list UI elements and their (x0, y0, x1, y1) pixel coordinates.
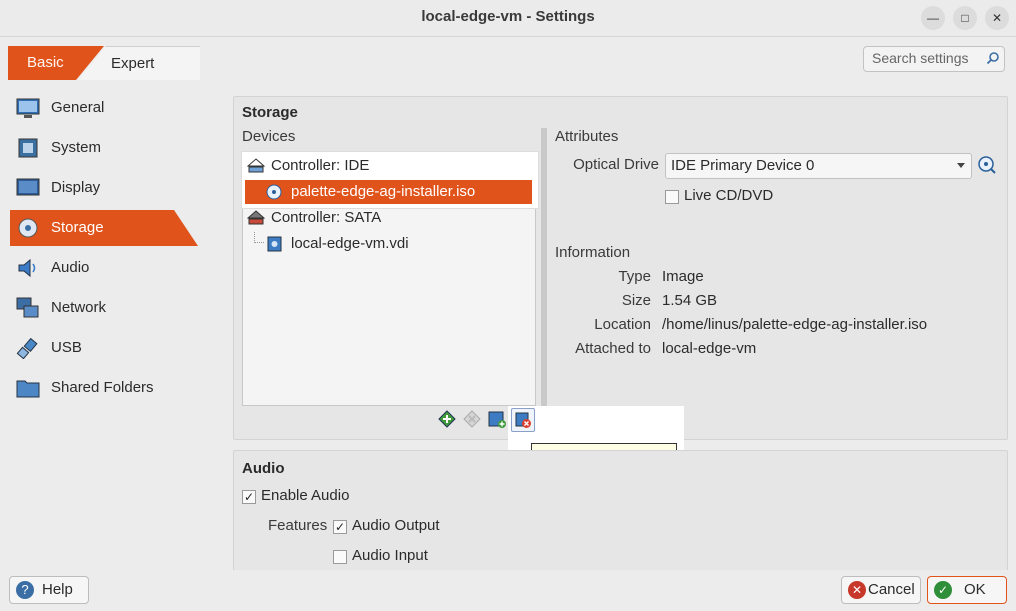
devices-label: Devices (242, 128, 296, 145)
tree-item-label: palette-edge-ag-installer.iso (291, 183, 476, 200)
sidebar-item-storage[interactable]: Storage (10, 210, 198, 246)
sidebar-item-label: USB (51, 339, 82, 356)
add-attachment-icon[interactable] (437, 409, 457, 429)
sidebar-item-general[interactable]: General (10, 90, 198, 126)
audio-group (233, 450, 1008, 582)
sidebar-item-audio[interactable]: Audio (10, 250, 198, 286)
tree-item-ide-controller[interactable]: Controller: IDE (247, 154, 531, 178)
sata-controller-icon (247, 210, 265, 225)
search-box (863, 46, 1005, 72)
live-cd-label: Live CD/DVD (684, 187, 774, 204)
attributes-label: Attributes (555, 128, 619, 145)
audio-input-checkbox[interactable] (333, 550, 347, 564)
tree-item-vdi[interactable]: local-edge-vm.vdi (247, 232, 531, 256)
info-type-label: Type (618, 268, 651, 285)
ok-icon: ✓ (934, 581, 952, 599)
tree-item-label: Controller: SATA (271, 209, 382, 226)
tree-item-iso[interactable]: palette-edge-ag-installer.iso (245, 180, 532, 204)
info-attached-label: Attached to (575, 340, 651, 357)
sidebar-item-display[interactable]: Display (10, 170, 198, 206)
tree-item-label: Controller: IDE (271, 157, 370, 174)
ide-controller-icon (247, 158, 265, 173)
sidebar-item-shared-folders[interactable]: Shared Folders (10, 370, 198, 406)
audio-title: Audio (242, 460, 285, 477)
optical-disc-icon (266, 184, 282, 200)
info-location-label: Location (594, 316, 651, 333)
information-label: Information (555, 244, 631, 261)
ok-label: OK (964, 581, 986, 598)
choose-disk-icon[interactable] (977, 155, 997, 175)
general-icon (16, 98, 40, 118)
cancel-button[interactable]: ✕ Cancel (841, 576, 921, 604)
tab-expert-label: Expert (111, 55, 155, 72)
features-label: Features (268, 517, 328, 534)
sidebar-item-network[interactable]: Network (10, 290, 198, 326)
help-icon: ? (16, 581, 34, 599)
info-size-label: Size (621, 292, 651, 309)
sidebar-item-label: Network (51, 299, 107, 316)
search-input[interactable] (872, 49, 980, 67)
remove-attachment-button[interactable] (511, 408, 535, 432)
window-title: local-edge-vm - Settings (421, 8, 595, 25)
chevron-down-icon (957, 163, 965, 168)
mode-tabs: Expert Basic (8, 46, 200, 80)
title-bar: local-edge-vm - Settings — □ ✕ (0, 0, 1016, 37)
sidebar-item-label: General (51, 99, 105, 116)
close-icon[interactable]: ✕ (985, 6, 1009, 30)
sidebar-item-label: Audio (51, 259, 90, 276)
cancel-label: Cancel (868, 581, 915, 598)
help-button[interactable]: ? Help (9, 576, 89, 604)
cancel-icon: ✕ (848, 581, 866, 599)
optical-drive-label: Optical Drive (573, 156, 659, 173)
help-label: Help (42, 581, 73, 598)
storage-icon (18, 218, 38, 238)
storage-title: Storage (242, 104, 298, 121)
info-size-value: 1.54 GB (662, 292, 718, 309)
minimize-icon[interactable]: — (921, 6, 945, 30)
sidebar-item-system[interactable]: System (10, 130, 198, 166)
optical-drive-value: IDE Primary Device 0 (671, 157, 815, 174)
audio-output-label: Audio Output (352, 517, 440, 534)
tab-basic-label: Basic (27, 54, 64, 71)
remove-attachment-icon (515, 412, 531, 428)
network-icon (16, 297, 39, 318)
enable-audio-label: Enable Audio (261, 487, 350, 504)
display-icon (16, 178, 40, 196)
optical-drive-select[interactable]: IDE Primary Device 0 (665, 153, 972, 179)
sidebar-item-label: Shared Folders (51, 379, 154, 396)
tree-item-sata-controller[interactable]: Controller: SATA (247, 206, 531, 230)
enable-audio-checkbox[interactable]: ✓ (242, 490, 256, 504)
add-controller-icon[interactable] (487, 409, 507, 429)
search-icon[interactable] (986, 51, 1000, 65)
tree-item-label: local-edge-vm.vdi (291, 235, 409, 252)
shared-folders-icon (16, 380, 40, 398)
sidebar-item-label: Storage (51, 219, 104, 236)
audio-input-label: Audio Input (352, 547, 428, 564)
maximize-icon[interactable]: □ (953, 6, 977, 30)
remove-controller-icon[interactable] (462, 409, 482, 429)
sidebar-item-label: Display (51, 179, 101, 196)
info-attached-value: local-edge-vm (662, 340, 757, 357)
info-location-value: /home/linus/palette-edge-ag-installer.is… (662, 316, 928, 333)
info-type-value: Image (662, 268, 704, 285)
audio-icon (18, 258, 36, 278)
sidebar-item-usb[interactable]: USB (10, 330, 198, 366)
audio-output-checkbox[interactable]: ✓ (333, 520, 347, 534)
system-icon (18, 138, 38, 158)
usb-icon (16, 337, 38, 359)
ok-button[interactable]: ✓ OK (927, 576, 1007, 604)
sidebar-item-label: System (51, 139, 102, 156)
hard-disk-icon (267, 236, 282, 252)
live-cd-checkbox[interactable] (665, 190, 679, 204)
